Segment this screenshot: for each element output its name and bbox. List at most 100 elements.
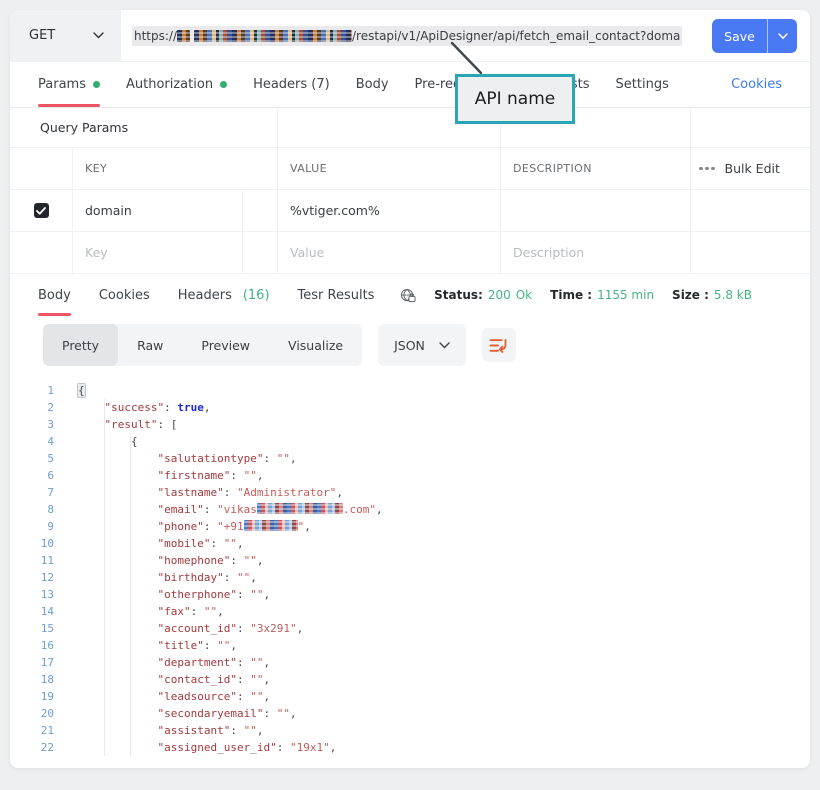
line-number: 13	[10, 586, 54, 603]
new-param-description-input[interactable]: Description	[500, 232, 690, 274]
line-number: 16	[10, 637, 54, 654]
param-checkbox-checked[interactable]	[34, 203, 49, 218]
code-text: "mobile": "",	[78, 535, 244, 552]
response-tab-body[interactable]: Body	[38, 274, 71, 316]
redacted-host	[177, 30, 190, 42]
line-number: 6	[10, 467, 54, 484]
response-tabs: Body Cookies Headers (16) Tesr Results	[38, 274, 374, 316]
tab-label: Headers (7)	[253, 77, 330, 92]
line-number: 11	[10, 552, 54, 569]
beautify-icon	[489, 337, 508, 354]
code-text: "leadsource": "",	[78, 688, 270, 705]
tab-settings[interactable]: Settings	[616, 62, 669, 107]
api-client-card: GET https:///restapi/v1/ApiDesigner/api/…	[10, 10, 810, 768]
format-select[interactable]: JSON	[378, 324, 466, 366]
tab-headers-7[interactable]: Headers (7)	[253, 62, 330, 107]
method-label: GET	[29, 28, 55, 43]
line-number: 2	[10, 399, 54, 416]
line-number: 18	[10, 671, 54, 688]
response-tab-cookies[interactable]: Cookies	[99, 274, 150, 316]
code-text: {	[78, 382, 85, 399]
line-number: 1	[10, 382, 54, 399]
line-number: 19	[10, 688, 54, 705]
line-number: 10	[10, 535, 54, 552]
code-text: "department": "",	[78, 654, 270, 671]
tab-params[interactable]: Params	[38, 62, 100, 107]
status-dot	[93, 81, 100, 88]
url-text: https:///restapi/v1/ApiDesigner/api/fetc…	[132, 26, 682, 46]
new-param-key-input[interactable]: Key	[72, 232, 242, 274]
view-tab-preview[interactable]: Preview	[182, 324, 269, 366]
method-select[interactable]: GET	[10, 10, 121, 61]
response-tab-tesr-results[interactable]: Tesr Results	[298, 274, 375, 316]
param-value-cell[interactable]: %vtiger.com%	[277, 190, 500, 232]
tab-label: Body	[38, 288, 71, 303]
tab-label: Headers	[178, 288, 232, 303]
tab-body[interactable]: Body	[356, 62, 389, 107]
time-badge: Time : 1155 min	[550, 288, 654, 302]
tab-label: Cookies	[99, 288, 150, 303]
new-param-value-input[interactable]: Value	[277, 232, 500, 274]
beautify-button[interactable]	[482, 328, 516, 362]
chevron-down-icon	[439, 342, 450, 349]
line-number: 20	[10, 705, 54, 722]
response-tab-headers[interactable]: Headers (16)	[178, 274, 270, 316]
line-number: 5	[10, 450, 54, 467]
line-number: 3	[10, 416, 54, 433]
param-key-cell[interactable]: domain	[72, 190, 242, 232]
query-params-table: Query Params KEY VALUE DESCRIPTION Bulk …	[10, 108, 810, 274]
code-text: "fax": "",	[78, 603, 224, 620]
bulk-edit-control[interactable]: Bulk Edit	[690, 148, 810, 190]
annotation-label: API name	[475, 89, 556, 109]
redacted-text	[257, 503, 343, 514]
url-input[interactable]: https:///restapi/v1/ApiDesigner/api/fetc…	[121, 10, 702, 61]
param-description-cell[interactable]	[500, 190, 690, 232]
globe-lock-icon	[400, 288, 416, 303]
cookies-link[interactable]: Cookies	[731, 62, 782, 107]
json-line: 1{	[10, 382, 810, 399]
save-split-button: Save	[712, 19, 797, 53]
line-number: 14	[10, 603, 54, 620]
description-column-header: DESCRIPTION	[500, 148, 690, 190]
code-text: "assistant": "",	[78, 722, 263, 739]
indent-guide	[130, 433, 131, 756]
redacted-host	[194, 30, 352, 42]
tab-label: Settings	[616, 77, 669, 92]
tab-authorization[interactable]: Authorization	[126, 62, 227, 107]
tab-label: Tesr Results	[298, 288, 375, 303]
code-text: "title": "",	[78, 637, 237, 654]
line-number: 4	[10, 433, 54, 450]
query-params-title-cell: Query Params	[10, 108, 277, 148]
value-column-header: VALUE	[277, 148, 500, 190]
code-text: {	[78, 433, 138, 450]
view-mode-segmented-control: PrettyRawPreviewVisualize	[43, 324, 362, 366]
save-button[interactable]: Save	[712, 19, 767, 53]
chevron-down-icon	[778, 33, 788, 40]
line-number: 12	[10, 569, 54, 586]
url-row: GET https:///restapi/v1/ApiDesigner/api/…	[10, 10, 810, 62]
code-text: "lastname": "Administrator",	[78, 484, 343, 501]
json-line: 2 "success": true,	[10, 399, 810, 416]
code-text: "firstname": "",	[78, 467, 263, 484]
code-text: "homephone": "",	[78, 552, 263, 569]
response-body-json[interactable]: 1{2 "success": true,3 "result": [4 {5 "s…	[10, 382, 810, 760]
more-options-icon	[699, 167, 715, 171]
query-params-title: Query Params	[10, 120, 128, 135]
tab-count: (16)	[243, 288, 270, 303]
json-line: 3 "result": [	[10, 416, 810, 433]
code-text: "assigned_user_id": "19x1",	[78, 739, 336, 756]
view-tab-raw[interactable]: Raw	[118, 324, 182, 366]
redacted-text	[244, 520, 298, 531]
response-tabs-row: BodyCookiesHeaders(16)Tesr Results Statu…	[10, 274, 810, 316]
save-dropdown-button[interactable]	[767, 19, 797, 53]
view-tab-pretty[interactable]: Pretty	[43, 324, 118, 366]
line-number: 17	[10, 654, 54, 671]
param-row-checkbox-cell	[10, 190, 72, 232]
request-tabs-row: ParamsAuthorizationHeaders (7)BodyPre-re…	[10, 62, 810, 108]
line-number: 9	[10, 518, 54, 535]
view-tab-visualize[interactable]: Visualize	[269, 324, 362, 366]
line-number: 21	[10, 722, 54, 739]
code-text: "otherphone": "",	[78, 586, 270, 603]
code-text: "email": "vikas.com",	[78, 501, 383, 518]
chevron-down-icon	[93, 32, 104, 39]
